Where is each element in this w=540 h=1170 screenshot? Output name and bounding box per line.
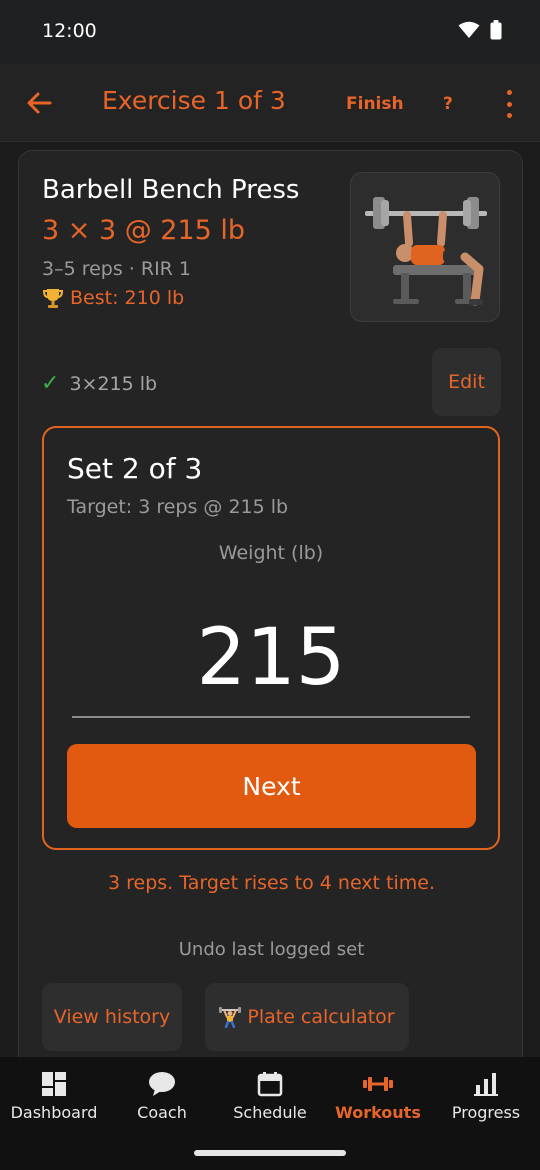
- next-button[interactable]: Next: [67, 744, 476, 828]
- nav-item-schedule[interactable]: Schedule: [216, 1071, 324, 1122]
- edit-button[interactable]: Edit: [432, 348, 501, 416]
- chat-bubble-icon: [149, 1072, 175, 1096]
- undo-last-set-link[interactable]: Undo last logged set: [19, 939, 524, 960]
- personal-best-text: Best: 210 lb: [70, 287, 185, 309]
- set-target: Target: 3 reps @ 215 lb: [67, 496, 289, 518]
- nav-label-schedule: Schedule: [233, 1103, 307, 1122]
- wifi-icon: [458, 21, 480, 38]
- battery-icon: [490, 20, 502, 40]
- exercise-card: Barbell Bench Press 3 × 3 @ 215 lb 3–5 r…: [18, 150, 523, 1057]
- bottom-navigation: Dashboard Coach Schedule Workouts Progre…: [0, 1057, 540, 1170]
- status-icons: [458, 20, 502, 40]
- personal-best: Best: 210 lb: [42, 287, 184, 309]
- more-dot-icon: [506, 90, 512, 95]
- back-button[interactable]: [22, 86, 56, 120]
- current-set-card: Set 2 of 3 Target: 3 reps @ 215 lb Weigh…: [42, 426, 500, 850]
- nav-label-coach: Coach: [137, 1103, 187, 1122]
- nav-item-coach[interactable]: Coach: [108, 1071, 216, 1122]
- plate-calculator-label: Plate calculator: [247, 1006, 395, 1028]
- bar-chart-icon: [474, 1073, 498, 1096]
- dashboard-icon: [42, 1072, 66, 1096]
- plate-calculator-button[interactable]: Plate calculator: [205, 983, 409, 1051]
- more-options-button[interactable]: [500, 90, 518, 118]
- weight-label: Weight (lb): [218, 542, 324, 564]
- app-bar: Exercise 1 of 3 Finish ?: [0, 64, 540, 142]
- nav-item-dashboard[interactable]: Dashboard: [0, 1071, 108, 1122]
- check-icon: ✓: [41, 371, 60, 396]
- weightlifter-icon: [219, 1007, 242, 1028]
- set-title: Set 2 of 3: [67, 452, 203, 485]
- weight-input[interactable]: [72, 600, 470, 718]
- more-dot-icon: [506, 113, 512, 118]
- home-indicator[interactable]: [194, 1150, 346, 1156]
- nav-item-progress[interactable]: Progress: [432, 1071, 540, 1122]
- content-scroll[interactable]: Barbell Bench Press 3 × 3 @ 215 lb 3–5 r…: [0, 143, 540, 1057]
- more-dot-icon: [506, 101, 512, 107]
- exercise-image[interactable]: [350, 172, 500, 322]
- dumbbell-icon: [363, 1077, 393, 1091]
- status-bar: 12:00: [0, 0, 540, 64]
- calendar-icon: [257, 1072, 283, 1097]
- logged-set-text: 3×215 lb: [69, 372, 158, 395]
- view-history-button[interactable]: View history: [42, 983, 182, 1051]
- finish-button[interactable]: Finish: [346, 94, 404, 114]
- logged-set-row: ✓ 3×215 lb: [41, 371, 157, 396]
- nav-label-workouts: Workouts: [335, 1103, 421, 1122]
- status-time: 12:00: [42, 20, 97, 42]
- help-button[interactable]: ?: [443, 94, 453, 114]
- progression-feedback: 3 reps. Target rises to 4 next time.: [107, 872, 436, 894]
- exercise-name: Barbell Bench Press: [42, 175, 300, 205]
- bench-press-illustration: [365, 197, 487, 306]
- trophy-icon: [42, 289, 64, 308]
- nav-item-workouts[interactable]: Workouts: [324, 1071, 432, 1122]
- exercise-rep-range: 3–5 reps · RIR 1: [42, 258, 192, 280]
- arrow-back-icon: [27, 92, 52, 114]
- page-title: Exercise 1 of 3: [102, 86, 286, 115]
- nav-label-dashboard: Dashboard: [10, 1103, 98, 1122]
- exercise-scheme: 3 × 3 @ 215 lb: [42, 215, 246, 246]
- nav-label-progress: Progress: [451, 1103, 521, 1122]
